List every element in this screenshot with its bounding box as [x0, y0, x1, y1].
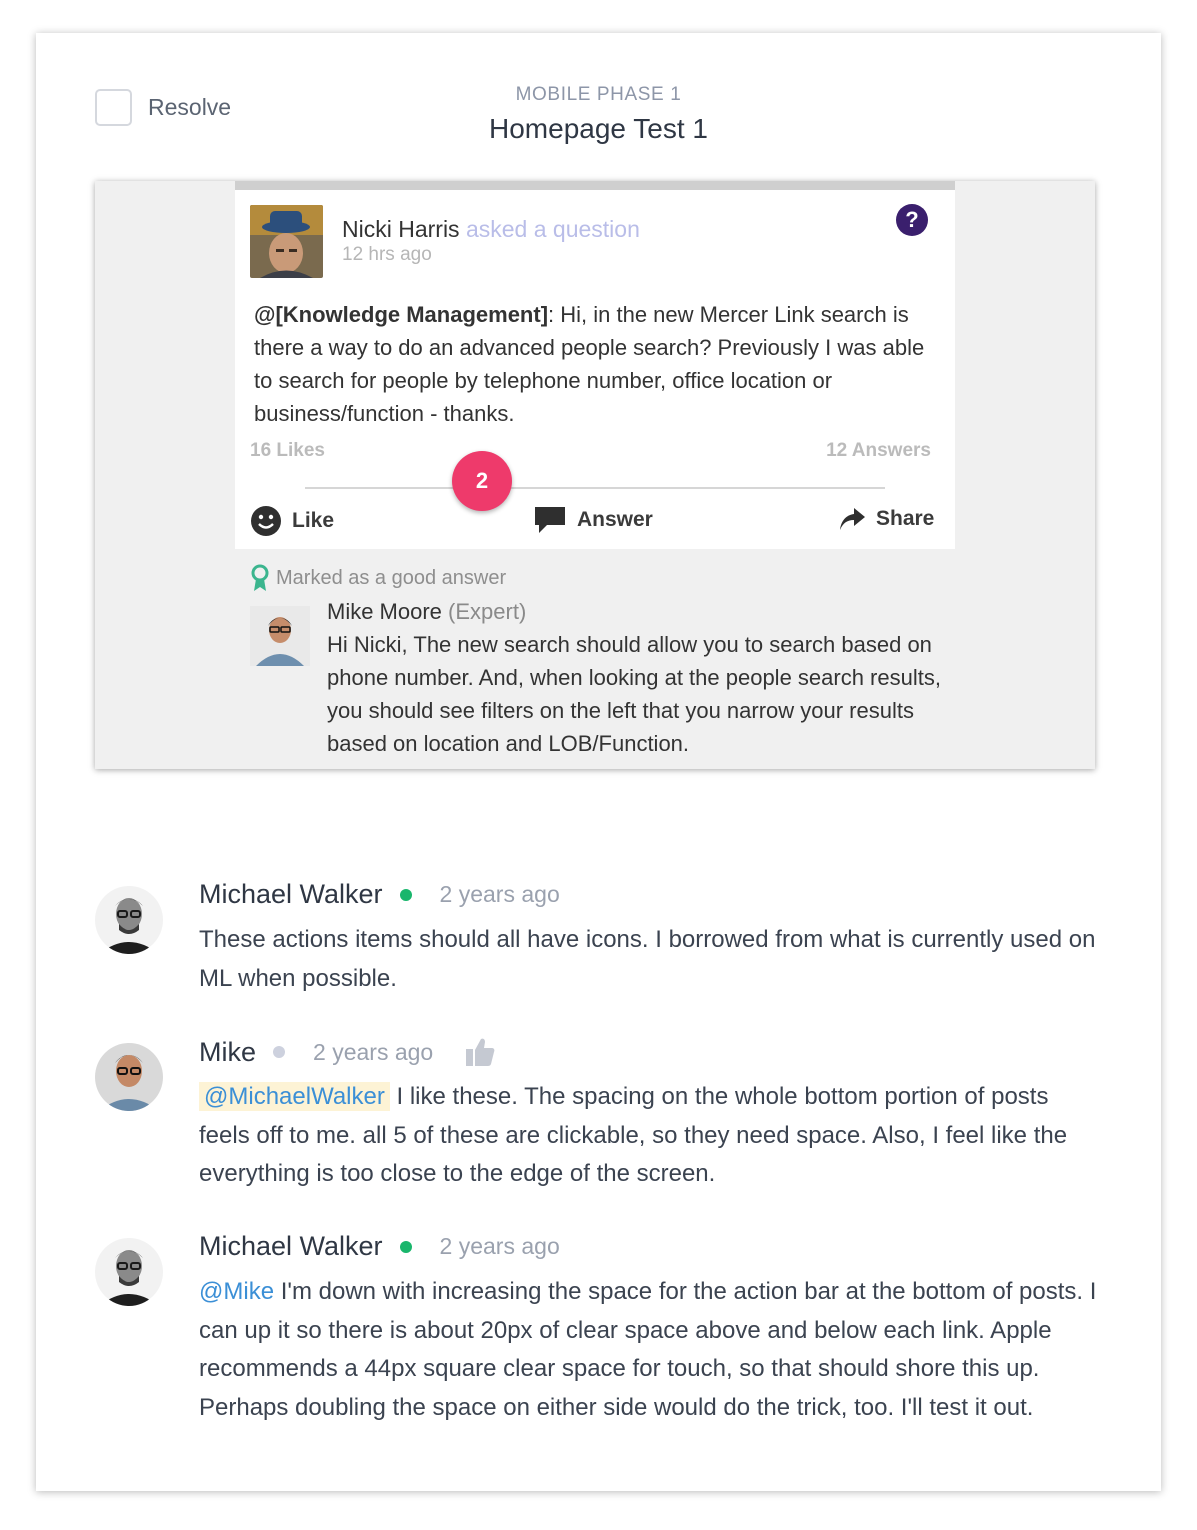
comment-time: 2 years ago: [313, 1038, 434, 1065]
feedback-card: Resolve MOBILE PHASE 1 Homepage Test 1 N…: [36, 33, 1161, 1491]
post-mention[interactable]: @[Knowledge Management]: [254, 302, 548, 327]
post-author-line: Nicki Harris asked a question: [342, 216, 640, 243]
comment-time: 2 years ago: [439, 881, 560, 907]
post-card: Nicki Harris asked a question 12 hrs ago…: [235, 181, 955, 549]
answer-author-line: Mike Moore (Expert): [327, 599, 526, 625]
answers-count[interactable]: 12 Answers: [826, 440, 931, 462]
mention-link[interactable]: @Mike: [199, 1278, 274, 1305]
comment-text: @Mike I'm down with increasing the space…: [199, 1273, 1099, 1427]
thumbs-up-icon[interactable]: [464, 1036, 496, 1068]
likes-count[interactable]: 16 Likes: [250, 440, 325, 462]
avatar[interactable]: [95, 1043, 163, 1111]
share-arrow-icon: [840, 508, 865, 530]
comment-author[interactable]: Michael Walker: [199, 1231, 383, 1262]
question-icon: ?: [896, 204, 928, 236]
comment-header: Mike 2 years ago: [199, 1036, 496, 1068]
design-screenshot[interactable]: Nicki Harris asked a question 12 hrs ago…: [95, 181, 1095, 769]
speech-bubble-icon: [535, 507, 565, 533]
comment-header: Michael Walker 2 years ago: [199, 1231, 560, 1262]
comment-author[interactable]: Michael Walker: [199, 879, 383, 910]
avatar: [250, 606, 310, 666]
avatar[interactable]: [95, 886, 163, 954]
post-body: @[Knowledge Management]: Hi, in the new …: [254, 298, 944, 430]
phase-label: MOBILE PHASE 1: [515, 84, 682, 105]
share-label: Share: [876, 507, 935, 530]
avatar: [250, 205, 323, 278]
answer-author[interactable]: Mike Moore: [327, 599, 442, 624]
answer-label: Answer: [577, 508, 653, 531]
fade-overlay: [95, 751, 1095, 769]
comment-time: 2 years ago: [439, 1233, 560, 1259]
post-verb: asked a question: [465, 216, 640, 242]
comment-header: Michael Walker 2 years ago: [199, 879, 560, 910]
like-button[interactable]: Like: [250, 505, 334, 537]
answer-body: Hi Nicki, The new search should allow yo…: [327, 632, 941, 756]
answer-role: (Expert): [448, 599, 527, 624]
comment-body: I'm down with increasing the space for t…: [199, 1278, 1097, 1421]
offline-status-dot: [273, 1046, 286, 1058]
post-author[interactable]: Nicki Harris: [342, 216, 460, 242]
post-time: 12 hrs ago: [342, 244, 432, 265]
comment-text: @MichaelWalker I like these. The spacing…: [199, 1078, 1099, 1194]
page-title: Homepage Test 1: [489, 113, 708, 144]
annotation-marker[interactable]: 2: [452, 451, 512, 511]
share-button[interactable]: Share: [838, 505, 934, 533]
answer-button[interactable]: Answer: [533, 505, 653, 535]
comment-author[interactable]: Mike: [199, 1037, 256, 1068]
online-status-dot: [399, 1240, 412, 1253]
avatar[interactable]: [95, 1238, 163, 1306]
smiley-icon: [251, 506, 281, 536]
good-answer-text: Marked as a good answer: [276, 566, 507, 589]
online-status-dot: [399, 888, 412, 901]
mention-link[interactable]: @MichaelWalker: [199, 1082, 390, 1111]
divider: [305, 487, 885, 489]
comment-text: These actions items should all have icon…: [199, 926, 1096, 992]
good-answer-label: Marked as a good answer: [250, 564, 506, 592]
like-label: Like: [292, 509, 335, 532]
ribbon-icon: [251, 564, 269, 591]
